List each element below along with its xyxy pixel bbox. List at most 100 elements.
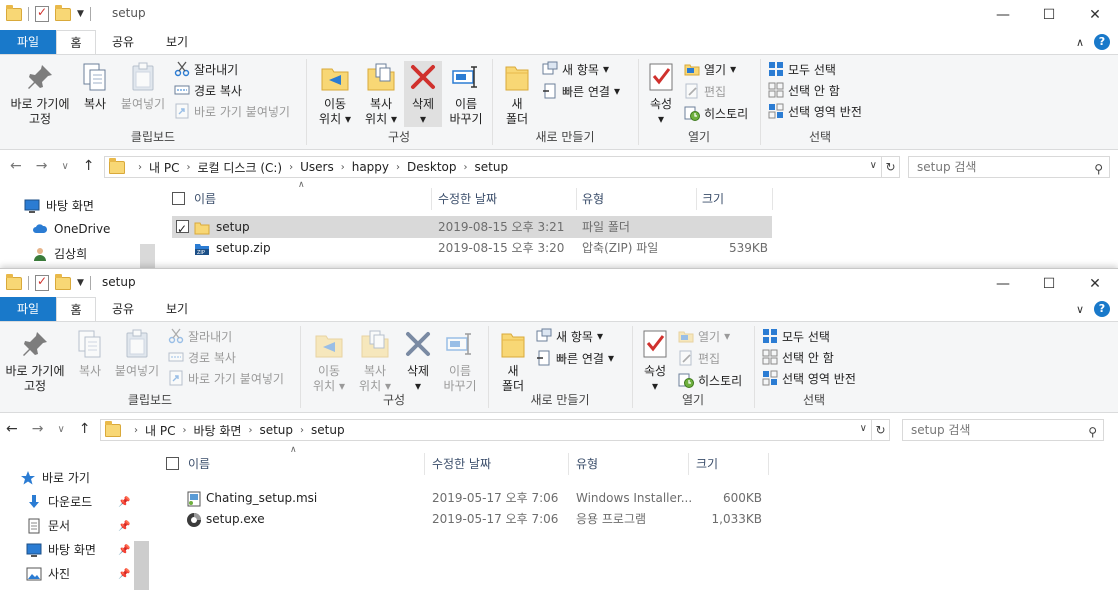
chevron-right-icon[interactable]: › bbox=[464, 162, 468, 173]
open-button[interactable]: 열기 ▾ bbox=[678, 326, 730, 346]
column-divider[interactable] bbox=[568, 453, 569, 475]
copy-button[interactable]: 복사 bbox=[72, 328, 108, 379]
pin-icon[interactable]: 📌 bbox=[118, 569, 130, 580]
pin-to-quick-access-button[interactable]: 바로 가기에 고정 bbox=[4, 61, 76, 127]
back-arrow-icon[interactable]: ← bbox=[6, 421, 18, 437]
folder-icon[interactable] bbox=[6, 273, 22, 290]
paste-shortcut-button[interactable]: 바로 가기 붙여넣기 bbox=[168, 368, 284, 388]
column-header-size[interactable]: 크기 bbox=[696, 453, 718, 475]
search-input[interactable]: setup 검색 ⚲ bbox=[908, 156, 1110, 178]
nav-item-desktop[interactable]: 바탕 화면 bbox=[26, 541, 96, 558]
copy-to-button[interactable]: 복사 위치 ▾ bbox=[352, 328, 398, 394]
close-button[interactable]: ✕ bbox=[1072, 269, 1118, 299]
search-input[interactable]: setup 검색 ⚲ bbox=[902, 419, 1104, 441]
nav-item-documents[interactable]: 문서 bbox=[26, 517, 70, 534]
column-header-type[interactable]: 유형 bbox=[582, 188, 604, 210]
copy-path-button[interactable]: 경로 복사 bbox=[168, 347, 236, 367]
address-bar[interactable]: › 내 PC › 로컬 디스크 (C:) › Users › happy › D… bbox=[104, 156, 882, 178]
column-divider[interactable] bbox=[576, 188, 577, 210]
column-divider[interactable] bbox=[424, 453, 425, 475]
scrollbar[interactable] bbox=[134, 541, 149, 590]
edit-button[interactable]: 편집 bbox=[678, 348, 720, 368]
easy-access-button[interactable]: 빠른 연결 ▾ bbox=[536, 348, 614, 368]
breadcrumb-item[interactable]: happy bbox=[352, 160, 389, 174]
tab-home[interactable]: 홈 bbox=[56, 297, 96, 321]
folder-icon[interactable] bbox=[6, 4, 22, 21]
up-arrow-icon[interactable]: ↑ bbox=[79, 421, 91, 437]
recent-locations-icon[interactable]: ∨ bbox=[57, 424, 64, 435]
table-row[interactable]: Chating_setup.msi 2019-05-17 오후 7:06 Win… bbox=[166, 487, 766, 509]
rename-button[interactable]: 이름 바꾸기 bbox=[438, 328, 482, 394]
column-divider[interactable] bbox=[696, 188, 697, 210]
move-to-button[interactable]: 이동 위치 ▾ bbox=[306, 328, 352, 394]
new-item-button[interactable]: 새 항목 ▾ bbox=[542, 59, 609, 79]
up-arrow-icon[interactable]: ↑ bbox=[83, 158, 95, 174]
minimize-button[interactable]: — bbox=[980, 0, 1026, 30]
new-folder-button[interactable]: 새 폴더 bbox=[498, 61, 536, 127]
cut-button[interactable]: 잘라내기 bbox=[168, 326, 232, 346]
breadcrumb-item[interactable]: 바탕 화면 bbox=[193, 422, 241, 439]
column-divider[interactable] bbox=[768, 453, 769, 475]
chevron-right-icon[interactable]: › bbox=[289, 162, 293, 173]
chevron-right-icon[interactable]: › bbox=[248, 425, 252, 436]
new-folder-icon[interactable] bbox=[55, 4, 71, 21]
chevron-right-icon[interactable]: › bbox=[186, 162, 190, 173]
chevron-down-icon[interactable]: ∨ bbox=[860, 423, 867, 434]
select-all-checkbox[interactable] bbox=[166, 457, 179, 470]
tab-file[interactable]: 파일 bbox=[0, 30, 56, 54]
row-checkbox[interactable] bbox=[176, 218, 189, 240]
breadcrumb-item[interactable]: 로컬 디스크 (C:) bbox=[197, 159, 282, 176]
recent-locations-icon[interactable]: ∨ bbox=[61, 161, 68, 172]
breadcrumb-item[interactable]: Desktop bbox=[407, 160, 457, 174]
help-icon[interactable]: ? bbox=[1094, 301, 1110, 317]
breadcrumb-item[interactable]: 내 PC bbox=[145, 422, 175, 439]
select-none-button[interactable]: 선택 안 함 bbox=[768, 80, 840, 100]
select-none-button[interactable]: 선택 안 함 bbox=[762, 347, 834, 367]
properties-icon[interactable] bbox=[35, 5, 49, 22]
copy-to-button[interactable]: 복사 위치 ▾ bbox=[358, 61, 404, 127]
maximize-button[interactable]: ☐ bbox=[1026, 269, 1072, 299]
select-all-button[interactable]: 모두 선택 bbox=[768, 59, 836, 79]
edit-button[interactable]: 편집 bbox=[684, 81, 726, 101]
table-row[interactable]: setup.exe 2019-05-17 오후 7:06 응용 프로그램 1,0… bbox=[166, 508, 766, 530]
tab-view[interactable]: 보기 bbox=[150, 30, 204, 54]
column-divider[interactable] bbox=[688, 453, 689, 475]
column-divider[interactable] bbox=[772, 188, 773, 210]
tab-share[interactable]: 공유 bbox=[96, 297, 150, 321]
customize-toolbar-dropdown[interactable]: ▼ bbox=[77, 278, 84, 288]
nav-item-pictures[interactable]: 사진 bbox=[26, 565, 70, 582]
breadcrumb-item[interactable]: setup bbox=[475, 160, 509, 174]
nav-item-downloads[interactable]: 다운로드 bbox=[26, 493, 92, 510]
properties-button[interactable]: 속성 ▾ bbox=[636, 328, 674, 394]
tab-file[interactable]: 파일 bbox=[0, 297, 56, 321]
pin-icon[interactable]: 📌 bbox=[118, 521, 130, 532]
column-header-date[interactable]: 수정한 날짜 bbox=[432, 453, 491, 475]
easy-access-button[interactable]: 빠른 연결 ▾ bbox=[542, 81, 620, 101]
customize-toolbar-dropdown[interactable]: ▼ bbox=[77, 9, 84, 19]
nav-item-quick-access[interactable]: 바로 가기 bbox=[20, 469, 90, 486]
tab-share[interactable]: 공유 bbox=[96, 30, 150, 54]
chevron-right-icon[interactable]: › bbox=[300, 425, 304, 436]
column-header-date[interactable]: 수정한 날짜 bbox=[438, 188, 497, 210]
tab-view[interactable]: 보기 bbox=[150, 297, 204, 321]
forward-arrow-icon[interactable]: → bbox=[32, 421, 44, 437]
chevron-right-icon[interactable]: › bbox=[341, 162, 345, 173]
scrollbar[interactable] bbox=[140, 244, 155, 268]
pin-to-quick-access-button[interactable]: 바로 가기에 고정 bbox=[0, 328, 70, 394]
refresh-icon[interactable]: ↻ bbox=[882, 156, 900, 178]
copy-path-button[interactable]: 경로 복사 bbox=[174, 80, 242, 100]
nav-item-onedrive[interactable]: OneDrive bbox=[32, 221, 110, 237]
back-arrow-icon[interactable]: ← bbox=[10, 158, 22, 174]
column-header-size[interactable]: 크기 bbox=[702, 188, 724, 210]
minimize-button[interactable]: — bbox=[980, 269, 1026, 299]
table-row[interactable]: setup 2019-08-15 오후 3:21 파일 폴더 bbox=[172, 216, 772, 240]
delete-button[interactable]: 삭제 ▾ bbox=[400, 328, 436, 394]
copy-button[interactable]: 복사 bbox=[76, 61, 114, 112]
rename-button[interactable]: 이름 바꾸기 bbox=[444, 61, 488, 127]
nav-item-user[interactable]: 김상희 bbox=[32, 245, 87, 262]
column-divider[interactable] bbox=[431, 188, 432, 210]
cut-button[interactable]: 잘라내기 bbox=[174, 59, 238, 79]
select-all-checkbox[interactable] bbox=[172, 192, 185, 205]
forward-arrow-icon[interactable]: → bbox=[36, 158, 48, 174]
history-button[interactable]: 히스토리 bbox=[684, 103, 748, 123]
